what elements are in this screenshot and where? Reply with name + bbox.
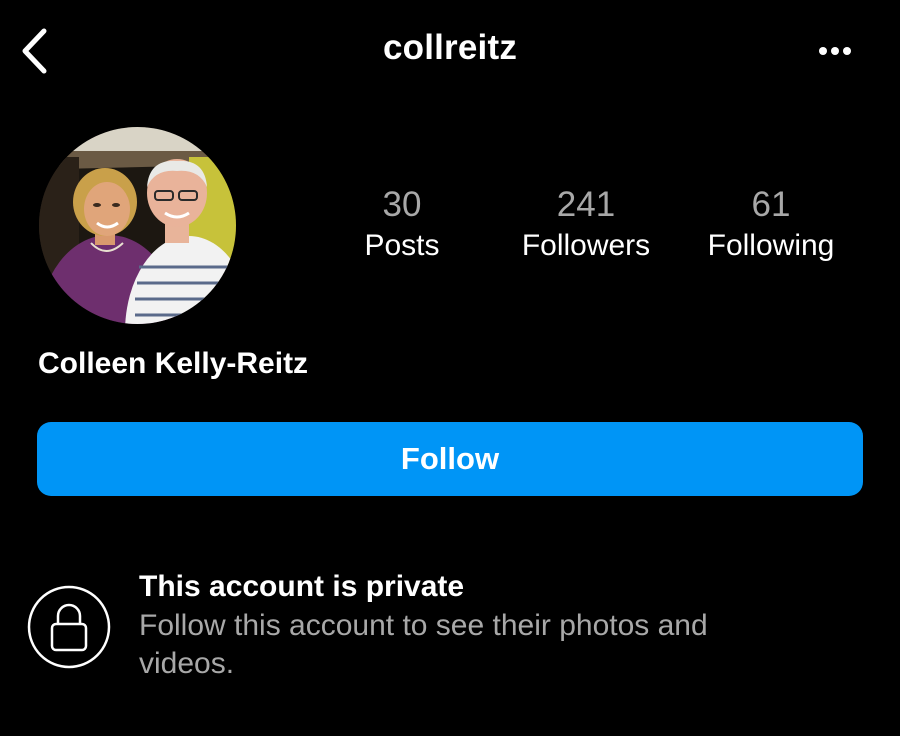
profile-full-name: Colleen Kelly-Reitz	[38, 347, 309, 380]
stat-followers[interactable]: 241 Followers	[510, 184, 662, 266]
posts-label: Posts	[364, 229, 440, 262]
profile-photo	[39, 127, 236, 324]
followers-count: 241	[556, 185, 616, 224]
following-count: 61	[751, 185, 791, 224]
stat-following[interactable]: 61 Following	[693, 184, 849, 266]
profile-avatar[interactable]	[39, 127, 236, 324]
following-label: Following	[707, 229, 835, 262]
more-options-button[interactable]	[812, 36, 858, 66]
private-account-subtitle: Follow this account to see their photos …	[139, 609, 708, 680]
stat-posts[interactable]: 30 Posts	[341, 184, 463, 266]
top-bar: collreitz	[0, 0, 900, 100]
followers-label: Followers	[521, 229, 651, 262]
lock-icon	[27, 585, 111, 669]
private-account-title: This account is private	[139, 570, 465, 603]
follow-button[interactable]: Follow	[37, 422, 863, 496]
posts-count: 30	[382, 185, 422, 224]
profile-username: collreitz	[382, 28, 518, 67]
more-horizontal-icon	[819, 47, 851, 55]
